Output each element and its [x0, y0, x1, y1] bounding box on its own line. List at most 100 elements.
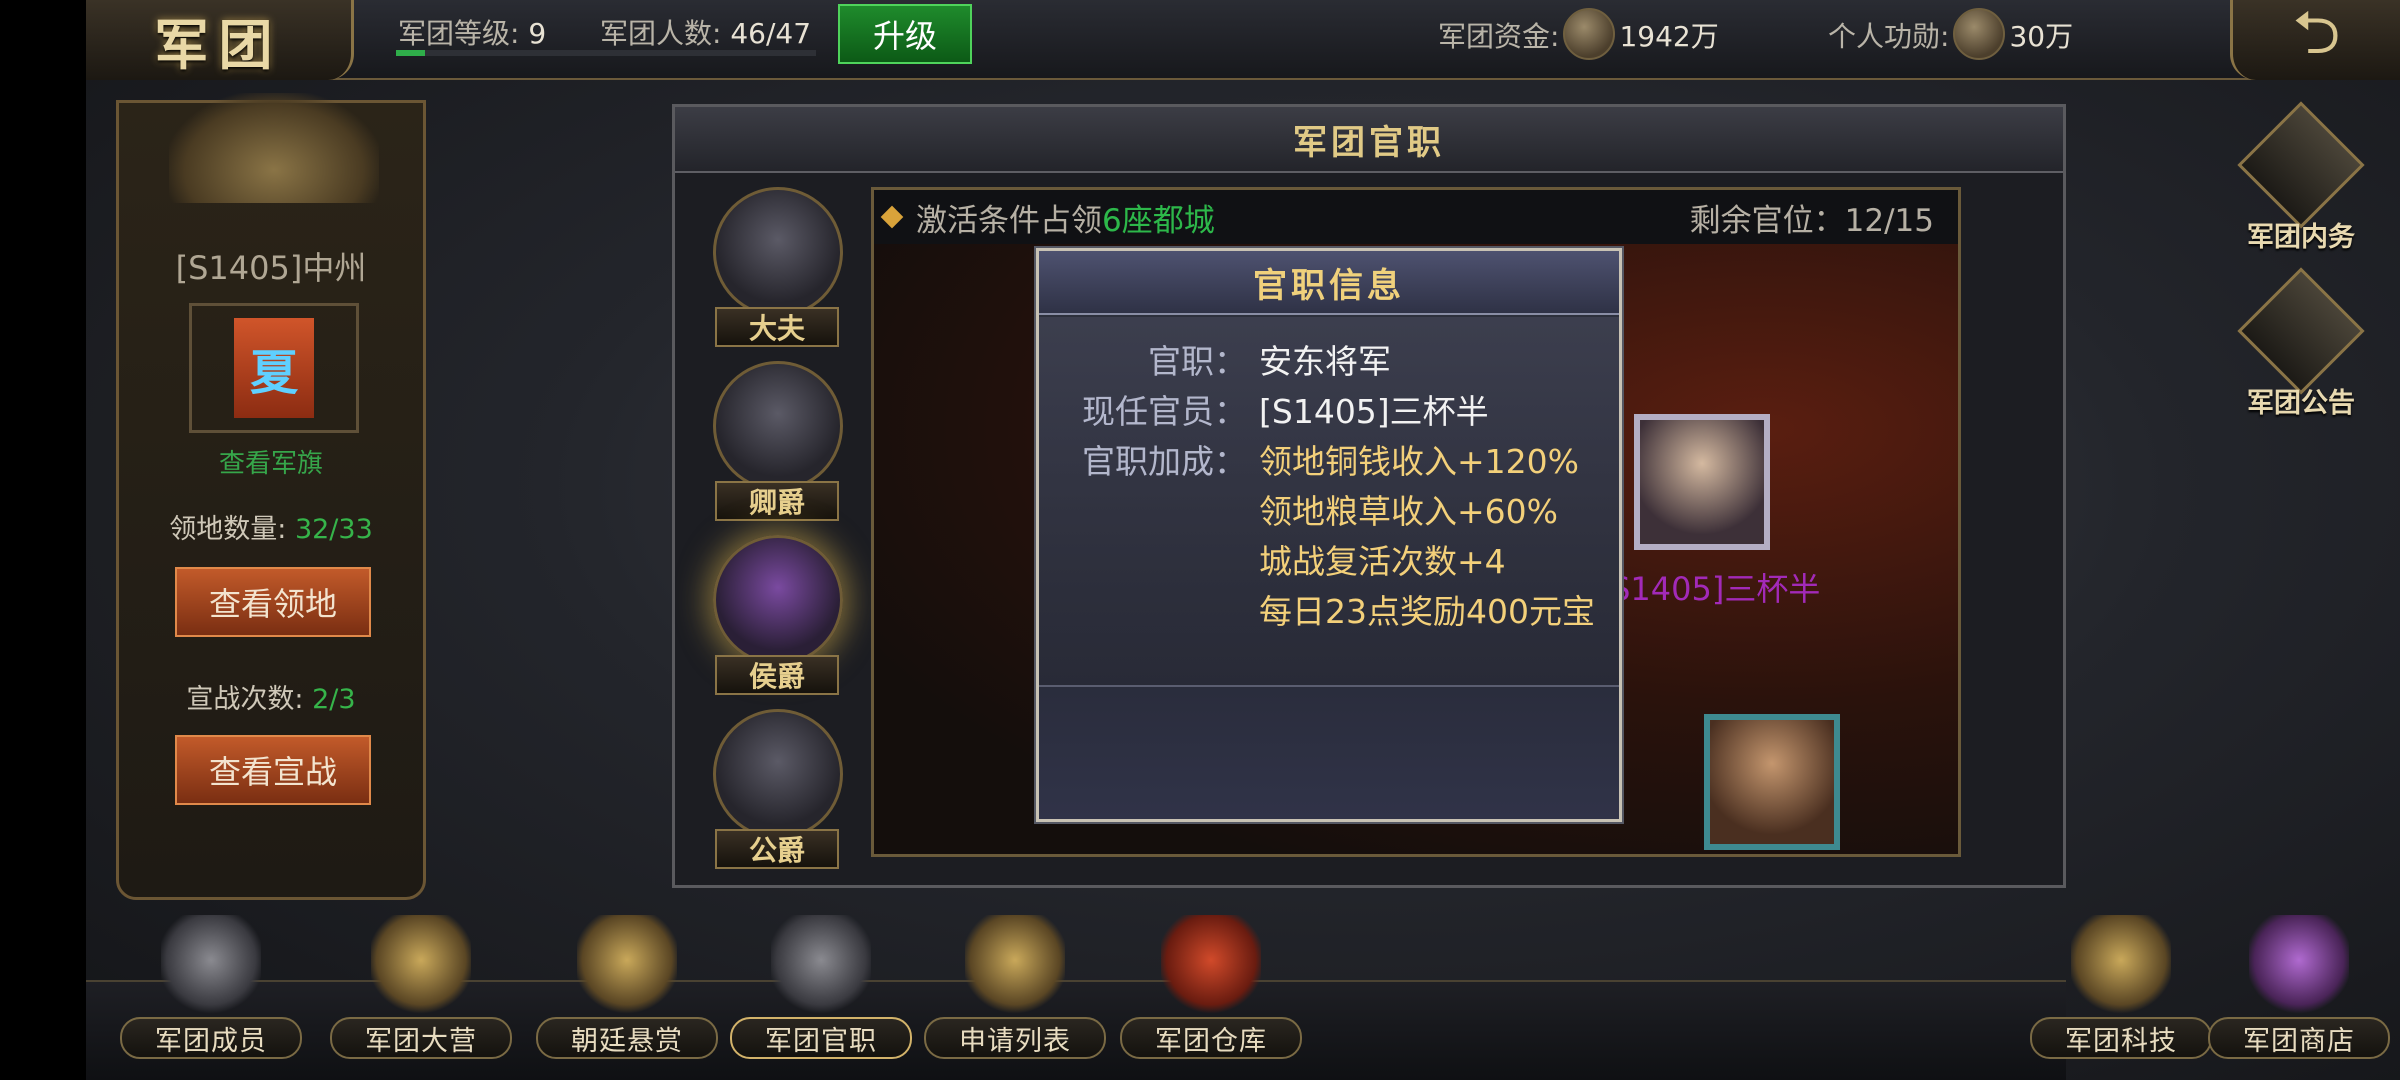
- legion-members: 军团人数: 46/47: [600, 12, 811, 52]
- merit-medal-icon: [1953, 8, 2006, 60]
- rank-label: 大夫: [715, 307, 839, 347]
- holder-label: 现任官员：: [1082, 392, 1247, 431]
- gold-hat-icon: [713, 361, 843, 491]
- rank-label: 公爵: [715, 829, 839, 869]
- application-icon: [965, 915, 1065, 1015]
- members-icon: [161, 915, 261, 1015]
- back-button[interactable]: ⮌: [2230, 0, 2400, 80]
- dragon-crest-icon: [169, 93, 379, 203]
- tech-icon: [2071, 915, 2171, 1015]
- legion-affairs-button[interactable]: 军团内务: [2236, 101, 2366, 270]
- activation-condition: 激活条件占领6座都城: [916, 195, 1215, 240]
- crown-icon: [713, 709, 843, 839]
- camp-icon: [371, 915, 471, 1015]
- title-plate: 军团: [86, 0, 354, 80]
- remaining-positions: 剩余官位：12/15: [1690, 195, 1934, 240]
- page-title: 军团: [154, 12, 283, 77]
- affairs-icon: [2237, 101, 2365, 229]
- bonus-label: 官职加成：: [1082, 442, 1247, 481]
- view-war-button[interactable]: 查看宣战: [175, 735, 371, 805]
- tab-rank-qingjue[interactable]: 卿爵: [695, 361, 855, 531]
- legion-banner[interactable]: 夏: [189, 303, 359, 433]
- position-row: 官职： 安东将军: [1039, 335, 1619, 385]
- popup-header: 官职信息: [1039, 251, 1619, 315]
- vacant-position-portrait[interactable]: [1704, 714, 1840, 850]
- legion-notice-button[interactable]: 军团公告: [2236, 267, 2366, 436]
- nav-court-bounty[interactable]: 朝廷悬赏: [532, 915, 722, 1075]
- remaining-label: 剩余官位：: [1689, 202, 1845, 239]
- tab-rank-gongjue[interactable]: 公爵: [695, 709, 855, 879]
- position-info-popup: 官职信息 官职： 安东将军 现任官员： [S1405]三杯半 官职加成： 领地铜…: [1036, 248, 1622, 822]
- popup-body: 官职： 安东将军 现任官员： [S1405]三杯半 官职加成： 领地铜钱收入+1…: [1039, 317, 1619, 687]
- condition-prefix: 激活条件占领: [916, 202, 1102, 239]
- bonus-item: 城战复活次数+4: [1259, 542, 1506, 581]
- upgrade-button[interactable]: 升级: [838, 4, 972, 64]
- game-screen: 军团 军团等级: 9 军团人数: 46/47 升级 军团资金: 1942万 个人功…: [86, 0, 2400, 1080]
- merit-value: 30万: [2009, 20, 2074, 53]
- nav-legion-tech[interactable]: 军团科技: [2026, 915, 2216, 1075]
- nav-label: 朝廷悬赏: [536, 1017, 718, 1059]
- rank-label: 卿爵: [715, 481, 839, 521]
- level-progress-bar: [396, 50, 816, 56]
- nav-legion-warehouse[interactable]: 军团仓库: [1116, 915, 1306, 1075]
- war-label: 宣战次数:: [186, 684, 304, 715]
- legion-members-label: 军团人数:: [600, 17, 722, 50]
- nav-label: 军团科技: [2030, 1017, 2212, 1059]
- scroll-icon: [771, 915, 871, 1015]
- bonus-item: 每日23点奖励400元宝: [1259, 592, 1595, 631]
- position-holder-portrait[interactable]: [1634, 414, 1770, 550]
- nav-label: 军团大营: [330, 1017, 512, 1059]
- level-progress-fill: [396, 50, 426, 56]
- bonus-row: 领地粮草收入+60%: [1039, 485, 1619, 535]
- position-value: 安东将军: [1259, 342, 1391, 381]
- personal-merit: 个人功勋: 30万: [1828, 8, 2074, 64]
- territory-label: 领地数量:: [169, 514, 287, 545]
- legion-level: 军团等级: 9: [398, 12, 546, 52]
- nav-legion-shop[interactable]: 军团商店: [2204, 915, 2394, 1075]
- nav-label: 军团商店: [2208, 1017, 2390, 1059]
- nav-legion-members[interactable]: 军团成员: [116, 915, 306, 1075]
- legion-level-label: 军团等级:: [398, 17, 520, 50]
- coin-icon: [1563, 8, 1616, 60]
- war-count: 宣战次数: 2/3: [119, 677, 423, 716]
- bonus-item: 领地粮草收入+60%: [1259, 492, 1558, 531]
- notice-icon: [2237, 267, 2365, 395]
- nav-application-list[interactable]: 申请列表: [920, 915, 1110, 1075]
- side-button-label: 军团内务: [2247, 222, 2355, 253]
- nav-legion-camp[interactable]: 军团大营: [326, 915, 516, 1075]
- bonus-row: 每日23点奖励400元宝: [1039, 585, 1619, 635]
- bonus-row: 城战复活次数+4: [1039, 535, 1619, 585]
- nav-legion-positions[interactable]: 军团官职: [726, 915, 916, 1075]
- nav-label: 军团仓库: [1120, 1017, 1302, 1059]
- legion-level-value: 9: [528, 17, 547, 50]
- territory-value: 32/33: [294, 514, 373, 545]
- top-bar: 军团 军团等级: 9 军团人数: 46/47 升级 军团资金: 1942万 个人功…: [86, 0, 2400, 80]
- black-hat-icon: [713, 187, 843, 317]
- rank-label: 侯爵: [715, 655, 839, 695]
- nav-label: 军团成员: [120, 1017, 302, 1059]
- funds-label: 军团资金:: [1438, 20, 1560, 53]
- bonus-item: 领地铜钱收入+120%: [1259, 442, 1579, 481]
- position-label: 官职：: [1148, 342, 1247, 381]
- legion-members-value: 46/47: [730, 17, 812, 50]
- bounty-icon: [577, 915, 677, 1015]
- view-territory-button[interactable]: 查看领地: [175, 567, 371, 637]
- purple-hat-icon: [713, 535, 843, 665]
- view-banner-link[interactable]: 查看军旗: [119, 443, 423, 480]
- popup-title: 官职信息: [1253, 265, 1405, 306]
- window-header: 军团官职: [675, 107, 2063, 173]
- side-button-label: 军团公告: [2247, 388, 2355, 419]
- merit-label: 个人功勋:: [1828, 20, 1950, 53]
- war-value: 2/3: [312, 684, 356, 715]
- banner-flag-icon: 夏: [234, 318, 314, 418]
- tab-rank-houjue[interactable]: 侯爵: [695, 535, 855, 705]
- holder-value: [S1405]三杯半: [1259, 392, 1489, 431]
- activation-condition-row: 激活条件占领6座都城 剩余官位：12/15: [874, 190, 1958, 244]
- chest-icon: [1161, 915, 1261, 1015]
- back-arrow-icon: ⮌: [2292, 0, 2341, 68]
- tab-rank-dafu[interactable]: 大夫: [695, 187, 855, 357]
- nav-label: 军团官职: [730, 1017, 912, 1059]
- legion-info-panel: [S1405]中州 夏 查看军旗 领地数量: 32/33 查看领地 宣战次数: …: [116, 93, 426, 900]
- rank-tabs: 大夫 卿爵 侯爵 公爵: [695, 187, 865, 883]
- remaining-value: 12/15: [1844, 202, 1934, 239]
